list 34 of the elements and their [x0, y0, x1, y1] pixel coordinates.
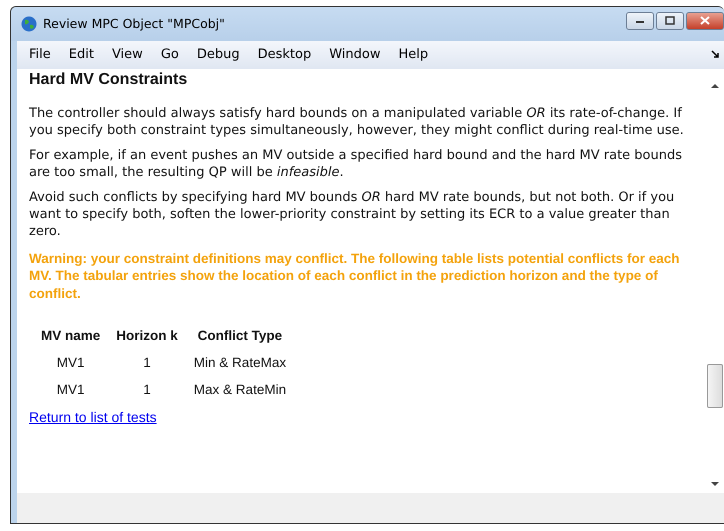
- paragraph: For example, if an event pushes an MV outside a specified hard bound and the hard MV rate bounds are too small, the resulting QP will be infeasible.: [29, 146, 684, 181]
- menu-item[interactable]: Window: [329, 47, 392, 62]
- globe-icon: [21, 16, 37, 32]
- menu-item[interactable]: Go: [160, 47, 191, 62]
- scroll-down-icon[interactable]: [711, 482, 719, 488]
- table-cell-text: 1: [142, 381, 152, 400]
- close-icon: [700, 16, 710, 26]
- table-cell-text: Min & RateMax: [192, 354, 288, 372]
- menu-item[interactable]: View: [112, 47, 155, 62]
- paragraph: The controller should always satisfy hard bounds on a manipulated variable OR its rate-of-change. If you specify both constraint types simultaneously, however, they might conflict during real-time use.: [29, 104, 685, 139]
- warning-message: Warning: your constraint definitions may conflict. The following table lists potential conflicts for each MV. The tabular entries show the location of each conflict in the prediction horizon and the type of conflict.: [29, 250, 681, 302]
- menu-item[interactable]: File: [29, 47, 63, 62]
- table-cell-text: Max & RateMin: [192, 381, 288, 400]
- menu-item[interactable]: Desktop: [258, 47, 324, 62]
- menu-item[interactable]: Help: [398, 47, 440, 62]
- column-header: Conflict Type: [196, 327, 284, 346]
- maximize-icon: [665, 16, 675, 26]
- section-heading: Hard MV Constraints: [29, 70, 188, 89]
- scroll-up-icon[interactable]: [711, 82, 719, 88]
- table-cell-text: 1: [142, 354, 152, 372]
- scrollbar-thumb[interactable]: [707, 364, 723, 408]
- maximize-button[interactable]: [656, 12, 684, 30]
- window-title: Review MPC Object "MPCobj": [43, 16, 225, 32]
- undock-arrow-icon[interactable]: [711, 50, 720, 60]
- column-header: MV name: [40, 327, 102, 346]
- paragraph: Avoid such conflicts by specifying hard MV bounds OR hard MV rate bounds, but not both. Or if you want to specify both, soften the lower-priority constraint by setting its ECR to a value greater than zero.: [29, 188, 676, 240]
- return-link[interactable]: Return to list of tests: [29, 409, 157, 426]
- close-button[interactable]: [686, 12, 724, 30]
- menu-item[interactable]: Debug: [196, 47, 252, 62]
- minimize-button[interactable]: [626, 12, 654, 30]
- column-header: Horizon k: [115, 327, 179, 346]
- menu-item[interactable]: Edit: [68, 47, 106, 62]
- table-cell-text: MV1: [56, 381, 86, 400]
- table-cell-text: MV1: [56, 354, 86, 372]
